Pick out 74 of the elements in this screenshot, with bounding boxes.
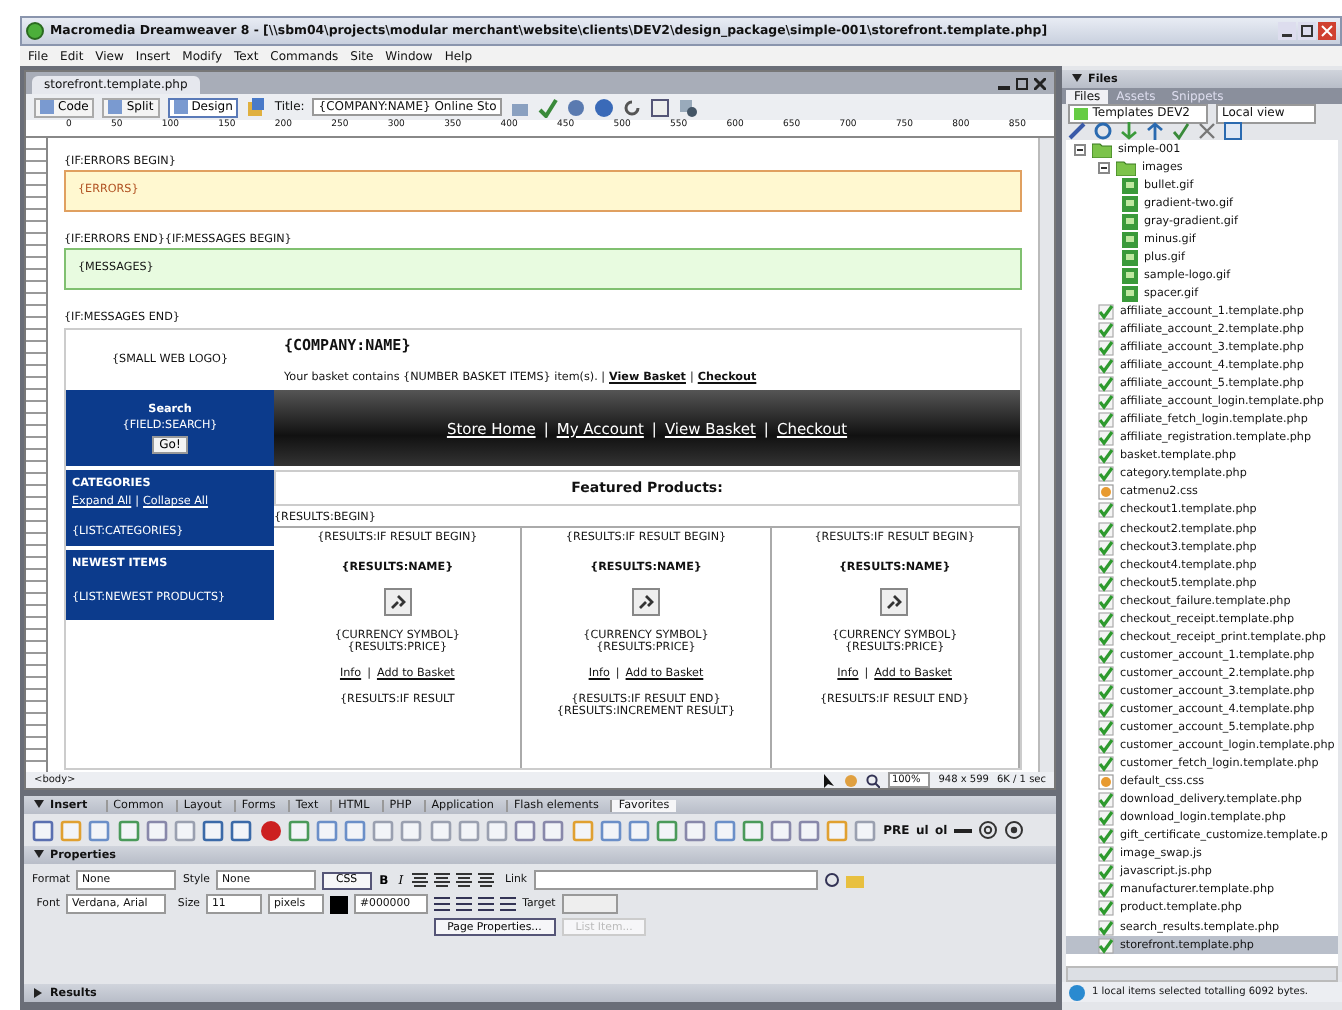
zoom-icon[interactable] [865, 773, 880, 787]
insert-object-icon[interactable] [514, 819, 537, 841]
stylesheet-file-icon [1098, 774, 1114, 791]
point-to-file-icon[interactable] [823, 872, 840, 888]
get-file-icon[interactable] [1120, 122, 1138, 140]
broken-image-icon [383, 588, 412, 616]
close-icon[interactable] [1034, 78, 1046, 90]
collapse-toggle-icon[interactable] [1074, 143, 1086, 156]
insert-object-icon[interactable] [372, 819, 395, 841]
align-icon[interactable] [433, 872, 450, 888]
list-icon[interactable] [500, 896, 517, 912]
broken-image-icon [631, 588, 660, 616]
link-field[interactable] [533, 870, 818, 890]
put-file-icon[interactable] [1146, 122, 1164, 140]
color-swatch[interactable] [330, 895, 348, 913]
validate-icon[interactable] [538, 97, 559, 117]
insert-object-icon[interactable] [287, 819, 310, 841]
list-icon[interactable] [456, 896, 473, 912]
view-icon [108, 100, 123, 114]
insert-object-icon[interactable] [486, 819, 508, 841]
insert-object-icon[interactable] [259, 819, 281, 841]
insert-object-icon[interactable] [457, 819, 480, 841]
maximize-icon[interactable] [1298, 22, 1316, 40]
insert-object-icon[interactable] [854, 819, 877, 841]
expand-panel-icon[interactable] [1224, 122, 1242, 140]
copyright-icon[interactable] [978, 820, 999, 840]
insert-object-icon[interactable] [429, 819, 452, 841]
app-icon [26, 22, 44, 40]
insert-object-icon[interactable] [32, 819, 54, 841]
scrollbar[interactable] [1066, 966, 1338, 982]
file-management-icon[interactable] [246, 97, 267, 117]
insert-object-icon[interactable] [400, 819, 423, 841]
view-icon [40, 100, 54, 114]
align-icon[interactable] [455, 872, 472, 888]
insert-object-icon[interactable] [627, 819, 650, 841]
insert-object-icon[interactable] [656, 819, 679, 841]
insert-object-icon[interactable] [230, 819, 253, 841]
stylesheet-file-icon [1098, 484, 1114, 501]
insert-object-icon[interactable] [344, 819, 367, 841]
refresh-icon[interactable] [622, 97, 643, 117]
insert-object-icon[interactable] [145, 819, 168, 841]
list-icon[interactable] [478, 896, 495, 912]
refresh-icon[interactable] [1094, 122, 1112, 140]
registered-icon[interactable] [1004, 820, 1025, 840]
expand-arrow-icon[interactable] [34, 850, 44, 860]
insert-object-icon[interactable] [173, 819, 196, 841]
insert-object-icon[interactable] [117, 819, 140, 841]
pointer-icon[interactable] [823, 773, 836, 787]
minimize-icon[interactable] [1278, 22, 1296, 40]
expand-arrow-icon[interactable] [34, 800, 44, 810]
insert-object-icon[interactable] [798, 819, 821, 841]
align-icon[interactable] [411, 872, 428, 888]
insert-object-icon[interactable] [202, 819, 225, 841]
collapsed-arrow-icon[interactable] [34, 988, 44, 998]
insert-object-icon[interactable] [769, 819, 792, 841]
restore-icon[interactable] [1016, 78, 1028, 90]
insert-object-icon[interactable] [599, 819, 622, 841]
expand-arrow-icon[interactable] [1072, 74, 1082, 84]
view-options-icon[interactable] [650, 97, 671, 117]
collapse-toggle-icon[interactable] [1098, 161, 1110, 174]
insert-object-icon[interactable] [542, 819, 565, 841]
align-icon[interactable] [477, 872, 494, 888]
insert-object-icon[interactable] [684, 819, 707, 841]
insert-object-icon[interactable] [315, 819, 338, 841]
insert-object-icon[interactable] [741, 819, 764, 841]
insert-object-icon[interactable] [88, 819, 111, 841]
view-icon [173, 100, 188, 114]
broken-image-icon [880, 588, 909, 616]
target-dropdown[interactable] [561, 894, 618, 914]
globe-icon [1068, 983, 1086, 1001]
globe-icon[interactable] [594, 97, 615, 117]
insert-object-icon[interactable] [713, 819, 735, 841]
scrollbar[interactable] [1038, 138, 1054, 772]
list-icon[interactable] [434, 896, 451, 912]
